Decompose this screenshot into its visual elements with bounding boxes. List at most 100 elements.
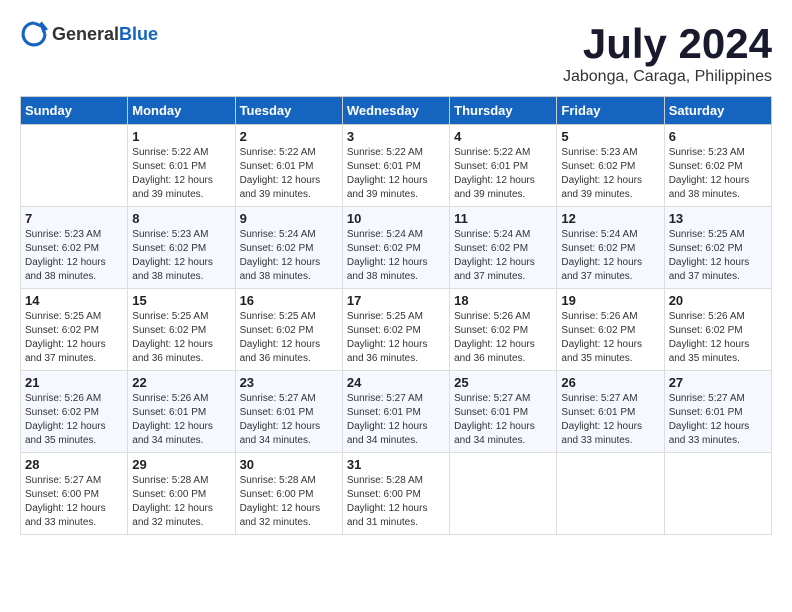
day-number: 30 (240, 457, 338, 472)
calendar-cell: 26Sunrise: 5:27 AMSunset: 6:01 PMDayligh… (557, 371, 664, 453)
weekday-header-saturday: Saturday (664, 97, 771, 125)
title-section: July 2024 Jabonga, Caraga, Philippines (563, 20, 772, 86)
day-number: 5 (561, 129, 659, 144)
calendar-cell: 9 Sunrise: 5:24 AMSunset: 6:02 PMDaylight… (235, 207, 342, 289)
week-row-3: 14 Sunrise: 5:25 AMSunset: 6:02 PMDayligh… (21, 289, 772, 371)
day-number: 3 (347, 129, 445, 144)
day-number: 2 (240, 129, 338, 144)
week-row-1: 1 Sunrise: 5:22 AMSunset: 6:01 PMDaylight… (21, 125, 772, 207)
cell-info: Sunrise: 5:25 AMSunset: 6:02 PMDaylight:… (240, 310, 338, 366)
calendar-cell: 11Sunrise: 5:24 AMSunset: 6:02 PMDayligh… (450, 207, 557, 289)
month-title: July 2024 (563, 20, 772, 68)
cell-info: Sunrise: 5:25 AMSunset: 6:02 PMDaylight:… (669, 228, 767, 284)
cell-info: Sunrise: 5:25 AMSunset: 6:02 PMDaylight:… (25, 310, 123, 366)
week-row-5: 28 Sunrise: 5:27 AMSunset: 6:00 PMDayligh… (21, 453, 772, 535)
cell-info: Sunrise: 5:26 AMSunset: 6:02 PMDaylight:… (25, 392, 123, 448)
cell-info: Sunrise: 5:28 AMSunset: 6:00 PMDaylight:… (347, 474, 445, 530)
calendar-cell: 30 Sunrise: 5:28 AMSunset: 6:00 PMDayligh… (235, 453, 342, 535)
logo: GeneralBlue (20, 20, 158, 48)
cell-info: Sunrise: 5:27 AMSunset: 6:01 PMDaylight:… (454, 392, 552, 448)
logo-blue: Blue (119, 24, 158, 44)
calendar-cell: 29 Sunrise: 5:28 AMSunset: 6:00 PMDayligh… (128, 453, 235, 535)
calendar-cell: 3 Sunrise: 5:22 AMSunset: 6:01 PMDaylight… (342, 125, 449, 207)
logo-text: GeneralBlue (52, 24, 158, 45)
cell-info: Sunrise: 5:27 AMSunset: 6:00 PMDaylight:… (25, 474, 123, 530)
calendar-cell (450, 453, 557, 535)
day-number: 18 (454, 293, 552, 308)
cell-info: Sunrise: 5:22 AMSunset: 6:01 PMDaylight:… (454, 146, 552, 202)
calendar-cell: 22 Sunrise: 5:26 AMSunset: 6:01 PMDayligh… (128, 371, 235, 453)
weekday-header-row: SundayMondayTuesdayWednesdayThursdayFrid… (21, 97, 772, 125)
calendar-cell: 20Sunrise: 5:26 AMSunset: 6:02 PMDayligh… (664, 289, 771, 371)
cell-info: Sunrise: 5:24 AMSunset: 6:02 PMDaylight:… (561, 228, 659, 284)
day-number: 9 (240, 211, 338, 226)
week-row-4: 21 Sunrise: 5:26 AMSunset: 6:02 PMDayligh… (21, 371, 772, 453)
calendar-cell: 28 Sunrise: 5:27 AMSunset: 6:00 PMDayligh… (21, 453, 128, 535)
cell-info: Sunrise: 5:25 AMSunset: 6:02 PMDaylight:… (132, 310, 230, 366)
cell-info: Sunrise: 5:27 AMSunset: 6:01 PMDaylight:… (347, 392, 445, 448)
day-number: 23 (240, 375, 338, 390)
calendar-cell: 4 Sunrise: 5:22 AMSunset: 6:01 PMDaylight… (450, 125, 557, 207)
calendar-cell: 19 Sunrise: 5:26 AMSunset: 6:02 PMDayligh… (557, 289, 664, 371)
calendar-cell: 27 Sunrise: 5:27 AMSunset: 6:01 PMDayligh… (664, 371, 771, 453)
weekday-header-sunday: Sunday (21, 97, 128, 125)
cell-info: Sunrise: 5:25 AMSunset: 6:02 PMDaylight:… (347, 310, 445, 366)
week-row-2: 7 Sunrise: 5:23 AMSunset: 6:02 PMDaylight… (21, 207, 772, 289)
weekday-header-thursday: Thursday (450, 97, 557, 125)
day-number: 24 (347, 375, 445, 390)
day-number: 19 (561, 293, 659, 308)
day-number: 21 (25, 375, 123, 390)
calendar-cell: 13 Sunrise: 5:25 AMSunset: 6:02 PMDayligh… (664, 207, 771, 289)
cell-info: Sunrise: 5:26 AMSunset: 6:02 PMDaylight:… (561, 310, 659, 366)
day-number: 28 (25, 457, 123, 472)
calendar-table: SundayMondayTuesdayWednesdayThursdayFrid… (20, 96, 772, 535)
weekday-header-monday: Monday (128, 97, 235, 125)
calendar-cell: 18 Sunrise: 5:26 AMSunset: 6:02 PMDayligh… (450, 289, 557, 371)
calendar-cell (21, 125, 128, 207)
calendar-cell (557, 453, 664, 535)
cell-info: Sunrise: 5:24 AMSunset: 6:02 PMDaylight:… (240, 228, 338, 284)
day-number: 12 (561, 211, 659, 226)
cell-info: Sunrise: 5:26 AMSunset: 6:02 PMDaylight:… (454, 310, 552, 366)
day-number: 8 (132, 211, 230, 226)
cell-info: Sunrise: 5:28 AMSunset: 6:00 PMDaylight:… (240, 474, 338, 530)
cell-info: Sunrise: 5:27 AMSunset: 6:01 PMDaylight:… (240, 392, 338, 448)
cell-info: Sunrise: 5:24 AMSunset: 6:02 PMDaylight:… (347, 228, 445, 284)
day-number: 16 (240, 293, 338, 308)
day-number: 31 (347, 457, 445, 472)
calendar-cell (664, 453, 771, 535)
day-number: 17 (347, 293, 445, 308)
cell-info: Sunrise: 5:23 AMSunset: 6:02 PMDaylight:… (25, 228, 123, 284)
calendar-cell: 17 Sunrise: 5:25 AMSunset: 6:02 PMDayligh… (342, 289, 449, 371)
day-number: 22 (132, 375, 230, 390)
logo-icon (20, 20, 48, 48)
weekday-header-tuesday: Tuesday (235, 97, 342, 125)
cell-info: Sunrise: 5:22 AMSunset: 6:01 PMDaylight:… (347, 146, 445, 202)
day-number: 7 (25, 211, 123, 226)
day-number: 13 (669, 211, 767, 226)
cell-info: Sunrise: 5:22 AMSunset: 6:01 PMDaylight:… (240, 146, 338, 202)
calendar-cell: 6Sunrise: 5:23 AMSunset: 6:02 PMDaylight… (664, 125, 771, 207)
calendar-cell: 31 Sunrise: 5:28 AMSunset: 6:00 PMDayligh… (342, 453, 449, 535)
day-number: 14 (25, 293, 123, 308)
calendar-cell: 25Sunrise: 5:27 AMSunset: 6:01 PMDayligh… (450, 371, 557, 453)
calendar-cell: 1Sunrise: 5:22 AMSunset: 6:01 PMDaylight… (128, 125, 235, 207)
location-title: Jabonga, Caraga, Philippines (563, 68, 772, 86)
cell-info: Sunrise: 5:28 AMSunset: 6:00 PMDaylight:… (132, 474, 230, 530)
day-number: 27 (669, 375, 767, 390)
cell-info: Sunrise: 5:27 AMSunset: 6:01 PMDaylight:… (561, 392, 659, 448)
calendar-cell: 15Sunrise: 5:25 AMSunset: 6:02 PMDayligh… (128, 289, 235, 371)
cell-info: Sunrise: 5:23 AMSunset: 6:02 PMDaylight:… (132, 228, 230, 284)
calendar-cell: 24 Sunrise: 5:27 AMSunset: 6:01 PMDayligh… (342, 371, 449, 453)
day-number: 10 (347, 211, 445, 226)
calendar-cell: 10 Sunrise: 5:24 AMSunset: 6:02 PMDayligh… (342, 207, 449, 289)
day-number: 29 (132, 457, 230, 472)
cell-info: Sunrise: 5:26 AMSunset: 6:01 PMDaylight:… (132, 392, 230, 448)
day-number: 20 (669, 293, 767, 308)
day-number: 1 (132, 129, 230, 144)
cell-info: Sunrise: 5:27 AMSunset: 6:01 PMDaylight:… (669, 392, 767, 448)
calendar-cell: 14 Sunrise: 5:25 AMSunset: 6:02 PMDayligh… (21, 289, 128, 371)
weekday-header-friday: Friday (557, 97, 664, 125)
calendar-cell: 12 Sunrise: 5:24 AMSunset: 6:02 PMDayligh… (557, 207, 664, 289)
day-number: 4 (454, 129, 552, 144)
